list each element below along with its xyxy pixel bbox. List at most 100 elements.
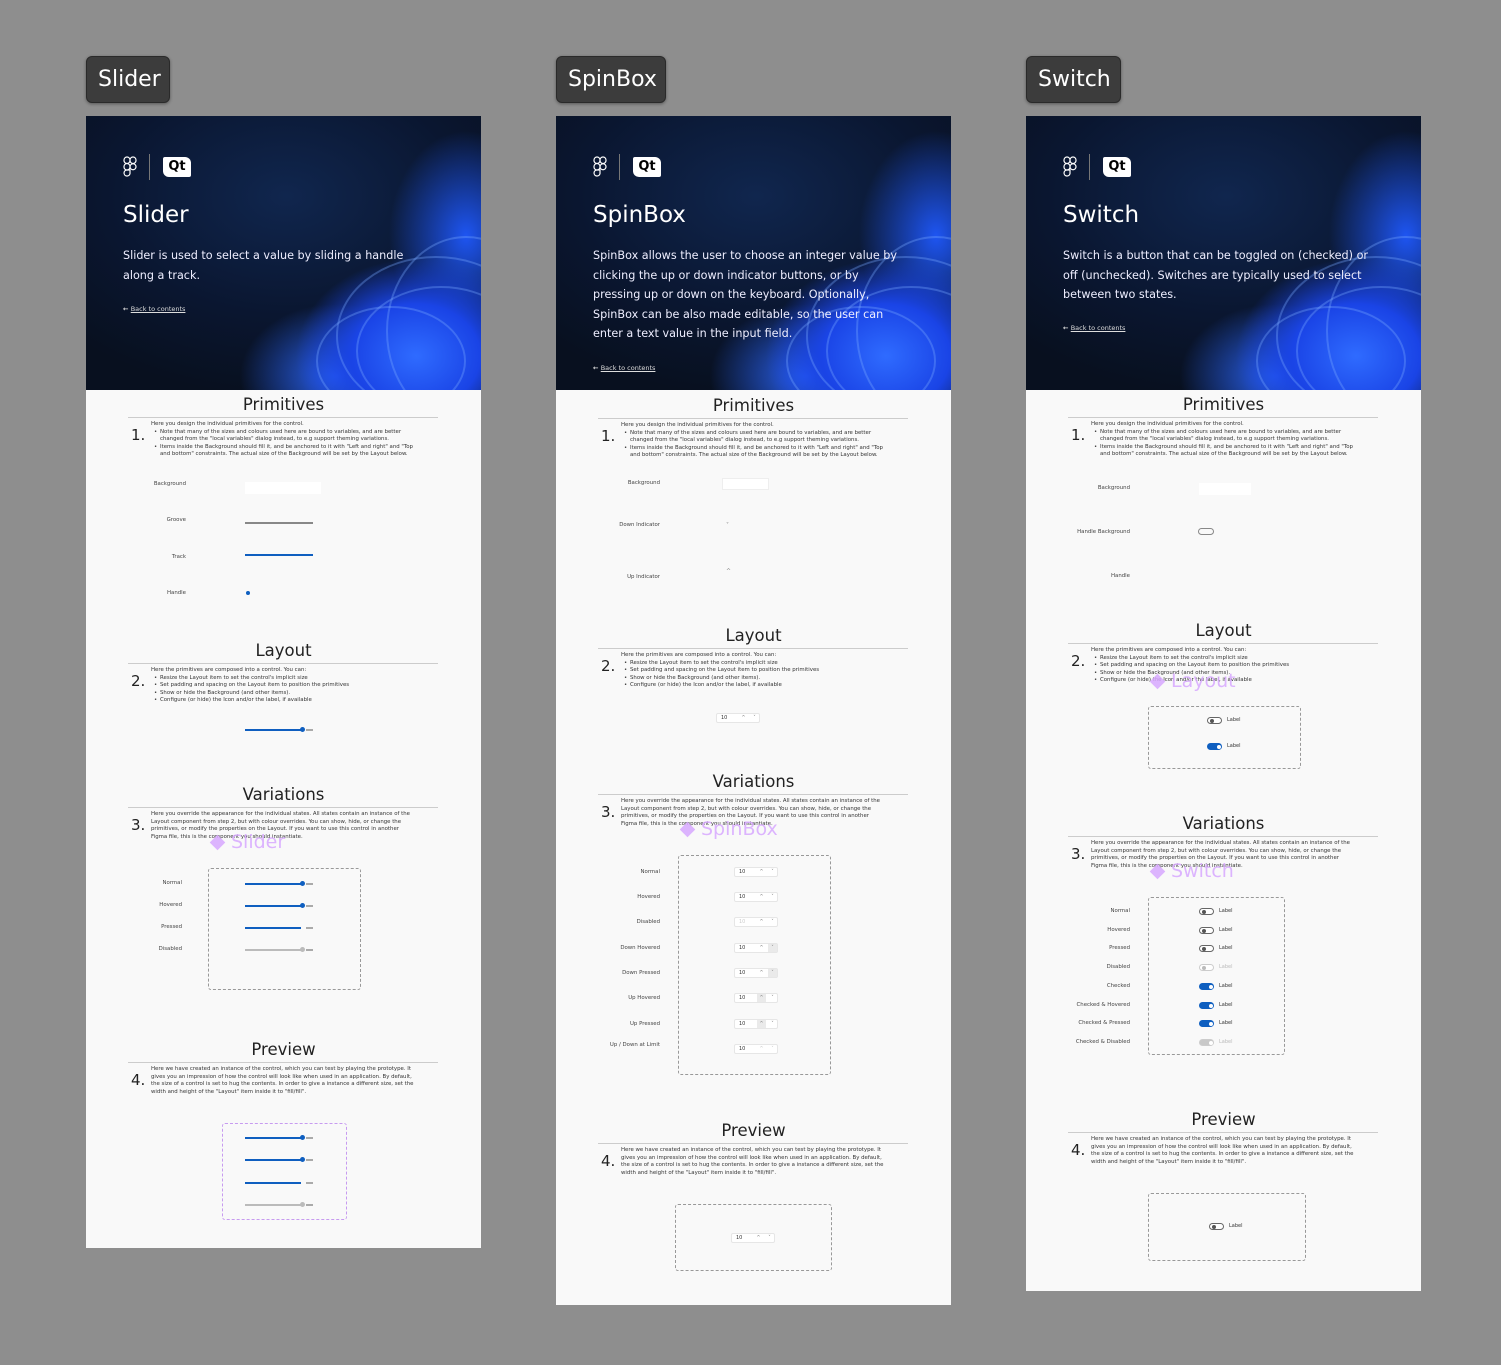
spin-down-icon[interactable]: ˅ bbox=[750, 714, 759, 722]
switch-toggle[interactable] bbox=[1209, 1223, 1224, 1230]
spinbox[interactable]: 10 ^ ˅ bbox=[731, 1233, 775, 1243]
slider-groove bbox=[306, 1182, 313, 1184]
spin-up-icon[interactable]: ^ bbox=[757, 944, 766, 952]
slider-handle[interactable] bbox=[300, 947, 305, 952]
switch-toggle[interactable] bbox=[1199, 908, 1214, 915]
switch-toggle[interactable] bbox=[1207, 717, 1222, 724]
spin-down-icon[interactable]: ˅ bbox=[768, 1045, 777, 1053]
spin-up-icon[interactable]: ^ bbox=[757, 868, 766, 876]
state-label: Background bbox=[1097, 485, 1130, 491]
slider-track bbox=[245, 883, 301, 885]
section-divider bbox=[1068, 643, 1378, 644]
switch-toggle[interactable] bbox=[1199, 927, 1214, 934]
page-description: Switch is a button that can be toggled o… bbox=[1063, 249, 1369, 302]
panel-tab-slider[interactable]: Slider bbox=[86, 56, 170, 103]
spinbox[interactable]: 10 ^ ˅ bbox=[734, 892, 778, 902]
switch-toggle[interactable] bbox=[1199, 964, 1214, 971]
back-link-label: Back to contents bbox=[600, 364, 656, 372]
step-bullets: Resize the Layout item to set the contro… bbox=[621, 660, 886, 690]
state-label: Normal bbox=[640, 869, 660, 875]
slider-track bbox=[245, 927, 301, 929]
section-title-variations: Variations bbox=[1182, 814, 1265, 833]
spin-down-icon[interactable]: ˅ bbox=[768, 868, 777, 876]
spinbox[interactable]: 10 ^ ˅ bbox=[716, 713, 760, 723]
slider-handle[interactable] bbox=[300, 881, 305, 886]
spinbox-value: 10 bbox=[739, 995, 746, 1001]
panel-tab-spinbox[interactable]: SpinBox bbox=[556, 56, 666, 103]
arrow-left-icon: ← bbox=[123, 305, 131, 313]
back-to-contents-link[interactable]: ← Back to contents bbox=[593, 364, 655, 372]
spinbox[interactable]: 10 ^ ˅ bbox=[734, 1019, 778, 1029]
step-description: Here the primitives are composed into a … bbox=[621, 652, 886, 690]
slider-groove bbox=[306, 1137, 313, 1139]
section-divider bbox=[128, 1062, 438, 1063]
hero-banner: Qt Switch Switch is a button that can be t… bbox=[1026, 116, 1421, 390]
spinbox-value: 10 bbox=[739, 869, 746, 875]
spinbox[interactable]: 10 ^ ˅ bbox=[734, 943, 778, 953]
switch-knob bbox=[1209, 719, 1214, 723]
spin-down-icon[interactable]: ˅ bbox=[768, 994, 777, 1002]
page-title: SpinBox bbox=[593, 202, 686, 228]
spinbox[interactable]: 10 ^ ˅ bbox=[734, 993, 778, 1003]
slider-handle[interactable] bbox=[300, 1202, 305, 1207]
spin-down-icon[interactable]: ˅ bbox=[768, 969, 777, 977]
step-intro: Here we have created an instance of the … bbox=[151, 1066, 414, 1095]
back-to-contents-link[interactable]: ← Back to contents bbox=[123, 305, 185, 313]
spinbox-value: 10 bbox=[736, 1235, 743, 1241]
spin-down-icon[interactable]: ˅ bbox=[768, 893, 777, 901]
spin-down-icon[interactable]: ˅ bbox=[768, 1020, 777, 1028]
track-primitive bbox=[245, 554, 313, 556]
step-intro: Here you design the individual primitive… bbox=[151, 421, 304, 427]
switch-toggle[interactable] bbox=[1199, 1002, 1214, 1009]
page-description: Slider is used to select a value by slid… bbox=[123, 249, 404, 282]
step-bullets: Resize the Layout item to set the contro… bbox=[151, 675, 416, 705]
spin-up-icon[interactable]: ^ bbox=[757, 1045, 766, 1053]
component-icon bbox=[1149, 863, 1166, 880]
spin-up-icon[interactable]: ^ bbox=[757, 893, 766, 901]
spinbox[interactable]: 10 ^ ˅ bbox=[734, 968, 778, 978]
panel-tab-switch[interactable]: Switch bbox=[1026, 56, 1121, 103]
spinbox-value: 10 bbox=[739, 945, 746, 951]
spin-down-icon[interactable]: ˅ bbox=[768, 944, 777, 952]
section-divider bbox=[598, 794, 908, 795]
spin-up-icon[interactable]: ^ bbox=[739, 714, 748, 722]
spinbox[interactable]: 10 ^ ˅ bbox=[734, 867, 778, 877]
panel-switch: Qt Switch Switch is a button that can be t… bbox=[1026, 116, 1421, 1291]
spinbox[interactable]: 10 ^ ˅ bbox=[734, 917, 778, 927]
switch-toggle[interactable] bbox=[1207, 743, 1222, 750]
slider-handle[interactable] bbox=[300, 1157, 305, 1162]
spin-up-icon[interactable]: ^ bbox=[757, 969, 766, 977]
background-primitive bbox=[1199, 483, 1251, 495]
switch-toggle[interactable] bbox=[1199, 1020, 1214, 1027]
section-title-preview: Preview bbox=[251, 1040, 316, 1059]
switch-toggle[interactable] bbox=[1199, 983, 1214, 990]
step-intro: Here you design the individual primitive… bbox=[621, 422, 774, 428]
switch-knob bbox=[1208, 1004, 1213, 1008]
component-icon bbox=[209, 834, 226, 851]
spin-up-icon[interactable]: ^ bbox=[757, 994, 766, 1002]
step-number: 1. bbox=[601, 427, 616, 445]
spin-down-icon[interactable]: ˅ bbox=[768, 918, 777, 926]
slider-handle[interactable] bbox=[300, 727, 305, 732]
spin-down-icon[interactable]: ˅ bbox=[765, 1234, 774, 1242]
component-icon bbox=[679, 821, 696, 838]
handle-background-primitive bbox=[1198, 528, 1214, 535]
spin-up-icon[interactable]: ^ bbox=[757, 918, 766, 926]
layout-frame bbox=[1148, 706, 1301, 769]
switch-toggle[interactable] bbox=[1199, 1039, 1214, 1046]
spin-up-icon[interactable]: ^ bbox=[754, 1234, 763, 1242]
step-bullet: Set padding and spacing on the Layout it… bbox=[151, 682, 416, 690]
step-number: 2. bbox=[601, 657, 616, 675]
switch-label: Label bbox=[1227, 717, 1241, 723]
state-label: Up / Down at Limit bbox=[609, 1042, 660, 1048]
switch-label: Label bbox=[1229, 1223, 1243, 1229]
slider-handle[interactable] bbox=[300, 1135, 305, 1140]
spin-up-icon[interactable]: ^ bbox=[757, 1020, 766, 1028]
back-to-contents-link[interactable]: ← Back to contents bbox=[1063, 324, 1125, 332]
switch-toggle[interactable] bbox=[1199, 945, 1214, 952]
step-number: 4. bbox=[601, 1152, 616, 1170]
slider-handle[interactable] bbox=[300, 903, 305, 908]
section-divider bbox=[598, 418, 908, 419]
spinbox[interactable]: 10 ^ ˅ bbox=[734, 1044, 778, 1054]
section-divider bbox=[1068, 417, 1378, 418]
